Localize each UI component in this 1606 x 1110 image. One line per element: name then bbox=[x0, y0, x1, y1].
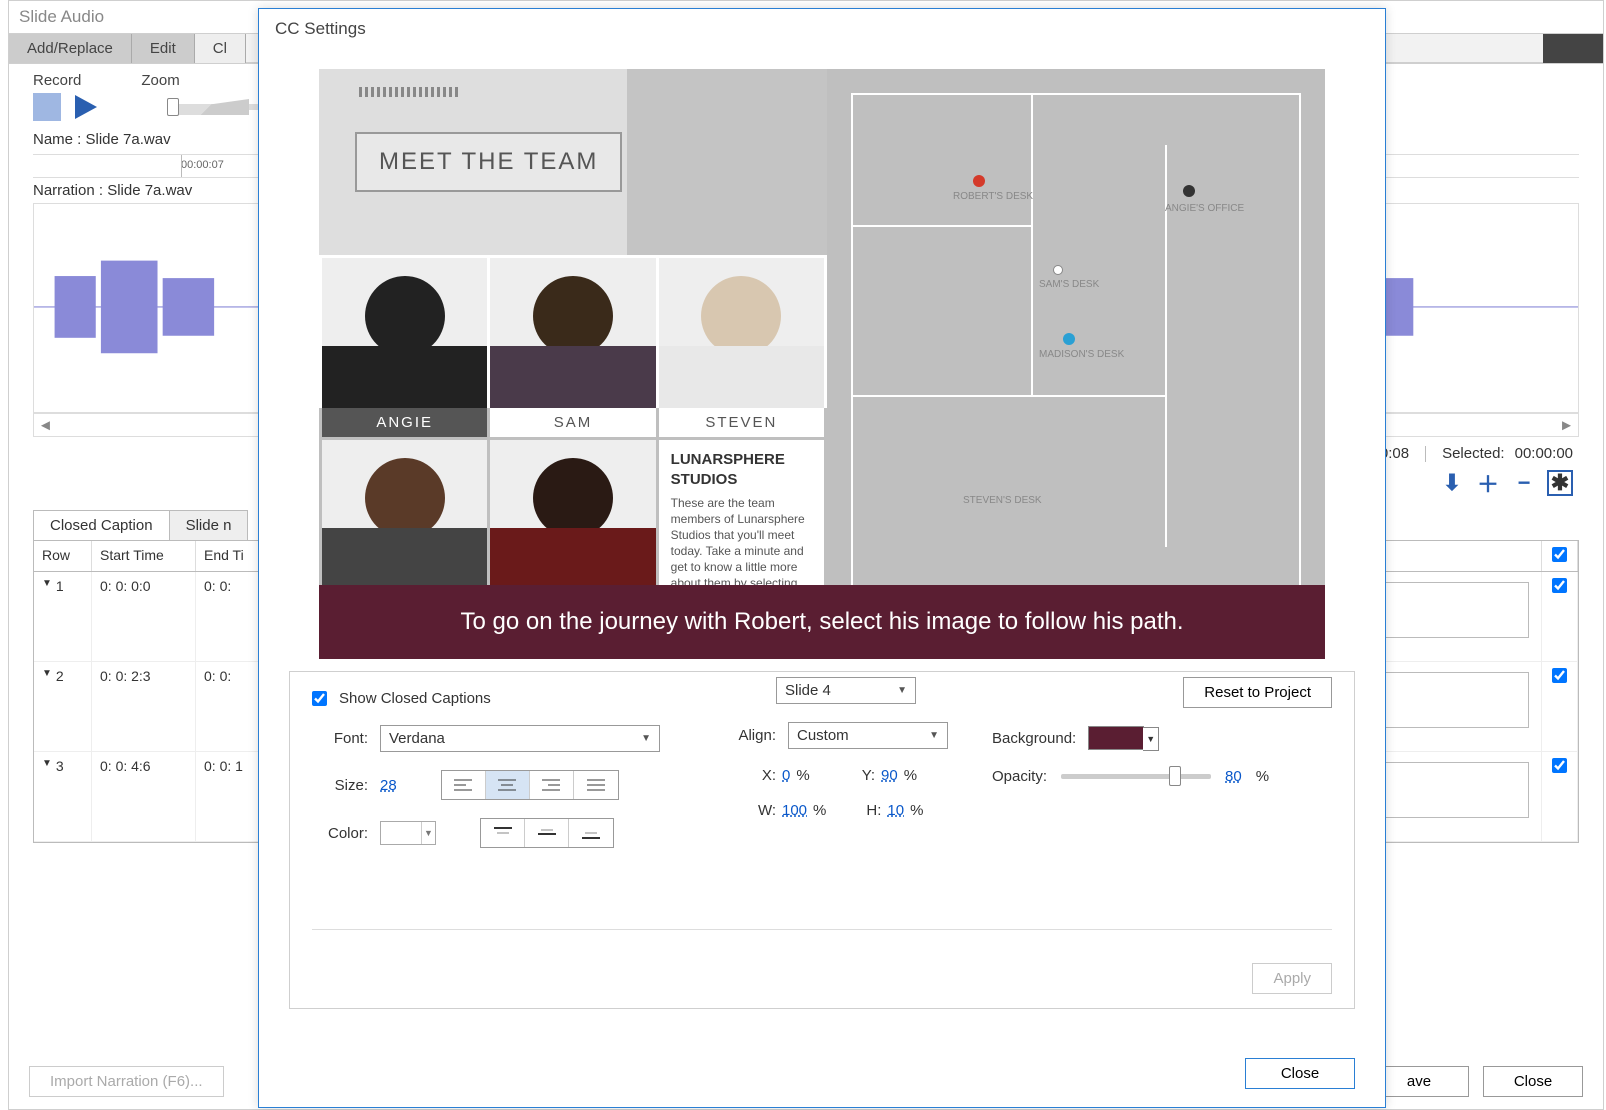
background-label: Background: bbox=[992, 730, 1076, 747]
align-label: Align: bbox=[732, 727, 776, 744]
map-dot-robert bbox=[973, 175, 985, 187]
caption-preview: MEET THE TEAM ANGIE SAM STEVEN LUNARSPHE… bbox=[319, 69, 1325, 659]
col-start-time[interactable]: Start Time bbox=[92, 541, 196, 571]
align-left-icon[interactable] bbox=[442, 771, 486, 799]
tab-edit[interactable]: Edit bbox=[132, 34, 195, 63]
col-visible-checkbox[interactable] bbox=[1542, 541, 1578, 571]
valign-top-icon[interactable] bbox=[481, 819, 525, 847]
row-visible-checkbox[interactable] bbox=[1552, 578, 1567, 593]
record-button[interactable] bbox=[33, 93, 61, 121]
play-button[interactable] bbox=[71, 93, 99, 121]
col-row[interactable]: Row bbox=[34, 541, 92, 571]
size-value[interactable]: 28 bbox=[380, 777, 397, 794]
import-narration-button[interactable]: Import Narration (F6)... bbox=[29, 1066, 224, 1097]
add-icon[interactable]: ＋ bbox=[1475, 470, 1501, 496]
subtab-closed-caption[interactable]: Closed Caption bbox=[33, 510, 169, 540]
selected-label: Selected: bbox=[1442, 445, 1505, 462]
valign-middle-icon[interactable] bbox=[525, 819, 569, 847]
align-justify-icon[interactable] bbox=[574, 771, 618, 799]
map-dot-angie bbox=[1183, 185, 1195, 197]
tab-add-replace[interactable]: Add/Replace bbox=[9, 34, 132, 63]
y-value[interactable]: 90 bbox=[881, 767, 898, 784]
row-visible-checkbox[interactable] bbox=[1552, 758, 1567, 773]
text-color-picker[interactable]: ▼ bbox=[380, 821, 436, 845]
color-label: Color: bbox=[312, 825, 368, 842]
align-dropdown[interactable]: Custom▼ bbox=[788, 722, 948, 749]
scroll-left-icon[interactable]: ◄ bbox=[38, 417, 53, 434]
map-dot-madison bbox=[1063, 333, 1075, 345]
apply-button[interactable]: Apply bbox=[1252, 963, 1332, 994]
preview-floorplan: ROBERT'S DESK ANGIE'S OFFICE SAM'S DESK … bbox=[827, 69, 1325, 659]
align-right-icon[interactable] bbox=[530, 771, 574, 799]
map-dot-sam bbox=[1053, 265, 1063, 275]
show-cc-label: Show Closed Captions bbox=[339, 690, 491, 707]
cc-settings-panel: Show Closed Captions Font: Verdana▼ Size… bbox=[289, 671, 1355, 1009]
preview-hero: MEET THE TEAM bbox=[319, 69, 827, 255]
show-cc-checkbox[interactable] bbox=[312, 691, 327, 706]
cc-settings-dialog: CC Settings MEET THE TEAM ANGIE SAM STEV… bbox=[258, 8, 1386, 1108]
reset-to-project-button[interactable]: Reset to Project bbox=[1183, 677, 1332, 708]
gear-icon[interactable]: ✱ bbox=[1547, 470, 1573, 496]
close-button[interactable]: Close bbox=[1245, 1058, 1355, 1089]
subtab-slide-notes[interactable]: Slide n bbox=[169, 510, 249, 540]
opacity-value[interactable]: 80 bbox=[1225, 768, 1242, 785]
x-value[interactable]: 0 bbox=[782, 767, 790, 784]
background-color-picker[interactable]: ▼ bbox=[1088, 726, 1144, 750]
remove-icon[interactable]: − bbox=[1511, 470, 1537, 496]
zoom-section-label: Zoom bbox=[141, 72, 179, 89]
h-value[interactable]: 10 bbox=[887, 802, 904, 819]
vertical-align-segmented[interactable] bbox=[480, 818, 614, 848]
w-value[interactable]: 100 bbox=[782, 802, 807, 819]
text-align-segmented[interactable] bbox=[441, 770, 619, 800]
arrow-down-icon[interactable]: ⬇ bbox=[1439, 470, 1465, 496]
selected-value: 00:00:00 bbox=[1515, 445, 1573, 462]
size-label: Size: bbox=[312, 777, 368, 794]
opacity-label: Opacity: bbox=[992, 768, 1047, 785]
opacity-slider[interactable] bbox=[1061, 774, 1211, 779]
font-dropdown[interactable]: Verdana▼ bbox=[380, 725, 660, 752]
align-center-icon[interactable] bbox=[486, 771, 530, 799]
scroll-right-icon[interactable]: ► bbox=[1559, 417, 1574, 434]
tab-closed-captioning[interactable]: Cl bbox=[195, 34, 246, 63]
valign-bottom-icon[interactable] bbox=[569, 819, 613, 847]
caption-strip: To go on the journey with Robert, select… bbox=[319, 585, 1325, 659]
row-visible-checkbox[interactable] bbox=[1552, 668, 1567, 683]
close-button-bg[interactable]: Close bbox=[1483, 1066, 1583, 1097]
slide-dropdown[interactable]: Slide 4▼ bbox=[776, 677, 916, 704]
dialog-title: CC Settings bbox=[259, 9, 1385, 49]
record-section-label: Record bbox=[33, 72, 81, 89]
font-label: Font: bbox=[312, 730, 368, 747]
